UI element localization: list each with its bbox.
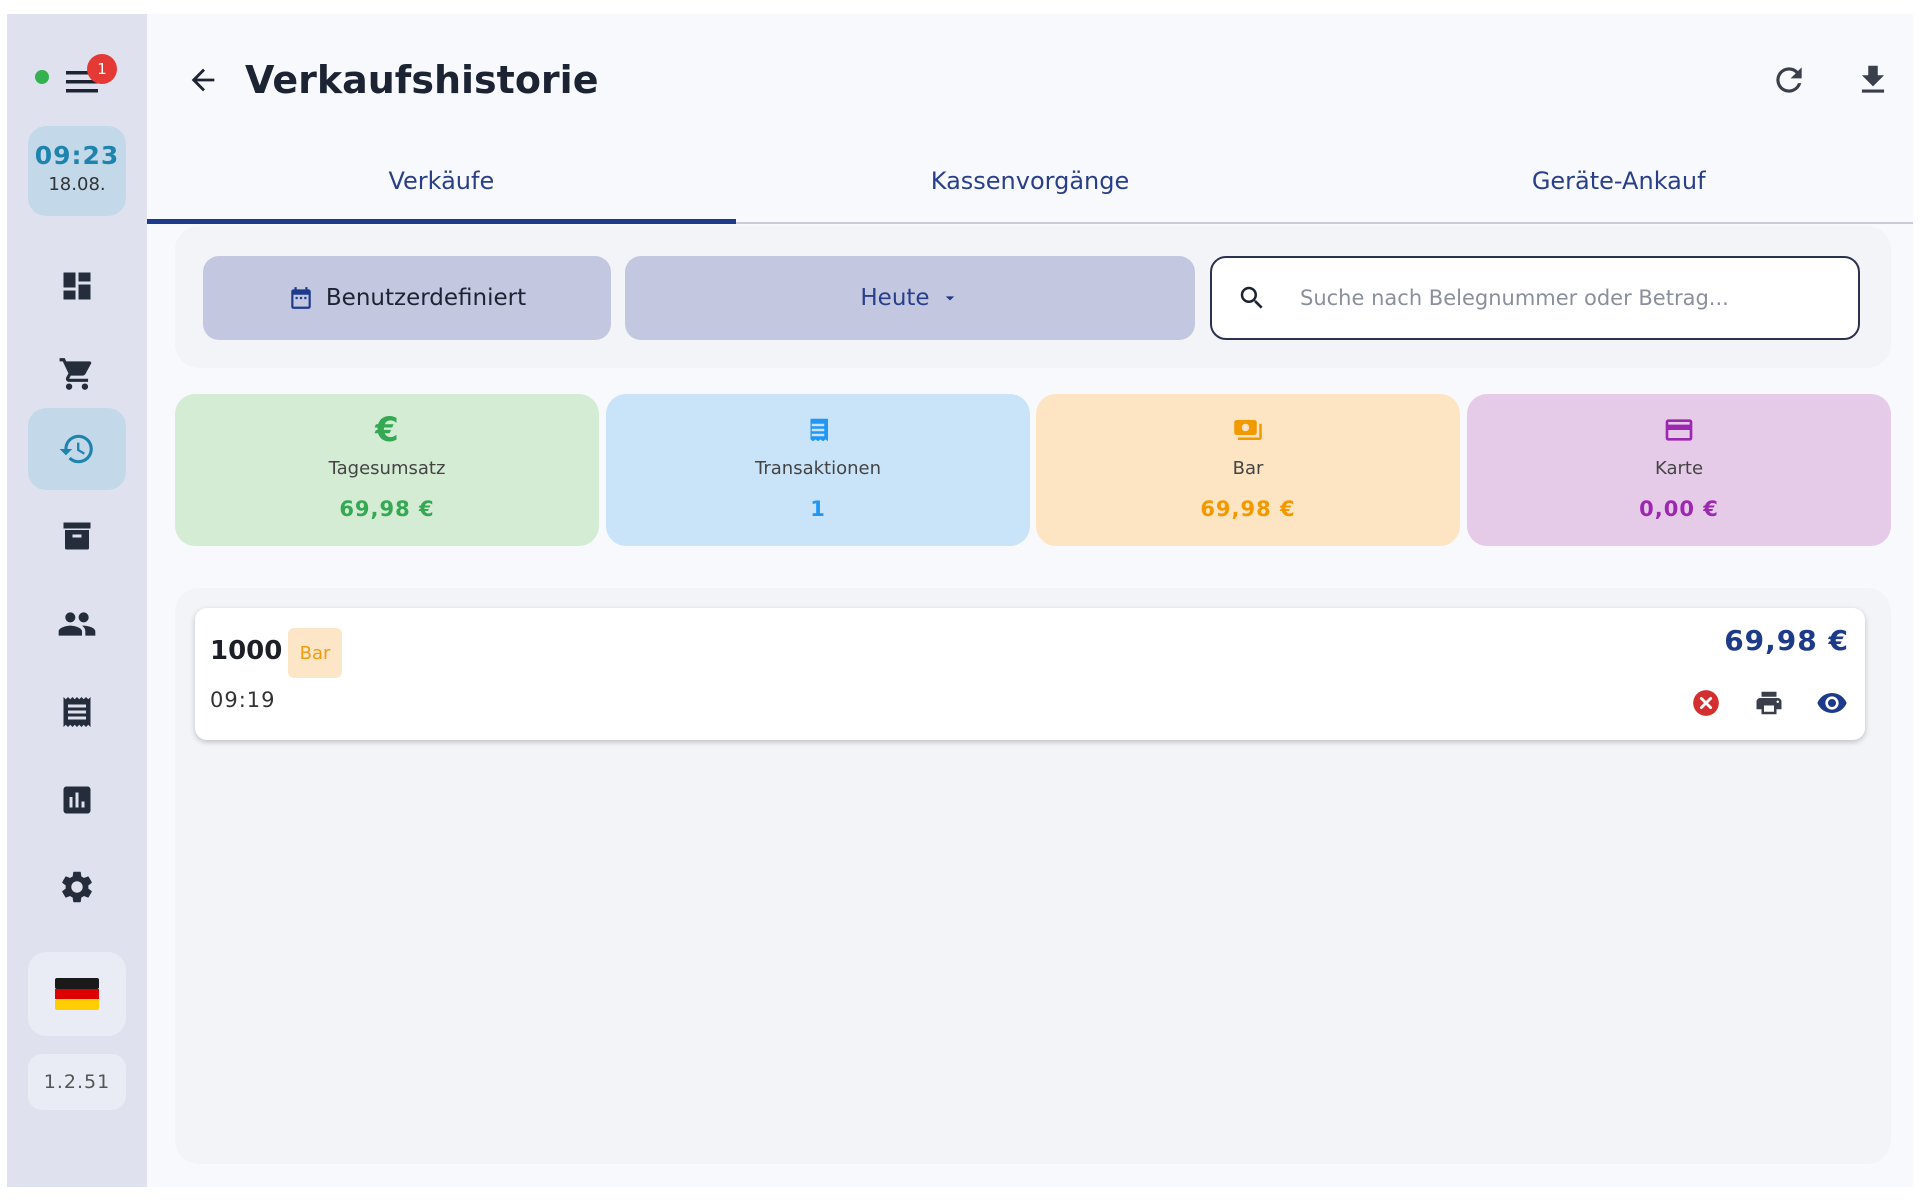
transactions-value: 1 <box>810 497 826 521</box>
euro-icon: € <box>375 410 399 450</box>
sidebar-item-receipts[interactable] <box>28 671 126 753</box>
search-icon <box>1240 286 1263 309</box>
payment-method-badge: Bar <box>288 628 342 678</box>
list-icon-wrap <box>606 410 1030 450</box>
people-icon <box>58 612 96 636</box>
summary-card-cash: Bar 69,98 € <box>1036 394 1460 546</box>
transaction-amount: 69,98 € <box>1724 624 1849 657</box>
cash-value: 69,98 € <box>1200 497 1296 521</box>
sidebar-item-dashboard[interactable] <box>28 245 126 327</box>
dashboard-icon <box>63 272 91 300</box>
page-title: Verkaufshistorie <box>245 58 599 102</box>
sidebar-item-customers[interactable] <box>28 583 126 665</box>
credit-card-icon-wrap <box>1467 410 1891 450</box>
tab-device-purchase[interactable]: Geräte-Ankauf <box>1324 134 1913 222</box>
revenue-label: Tagesumsatz <box>328 458 446 479</box>
bar-chart-icon <box>63 786 91 814</box>
sidebar-item-settings[interactable] <box>28 846 126 928</box>
print-receipt-button[interactable] <box>1744 678 1794 728</box>
search-icon-wrap <box>1212 283 1292 313</box>
gear-icon <box>62 871 92 903</box>
sidebar: 1 09:23 18.08. 1.2.51 <box>7 14 147 1187</box>
card-value: 0,00 € <box>1639 497 1719 521</box>
transactions-panel: 1000 Bar 09:19 69,98 € <box>175 588 1891 1164</box>
cash-label: Bar <box>1232 458 1264 479</box>
back-button[interactable] <box>175 52 231 108</box>
archive-icon <box>63 522 91 550</box>
summary-card-card: Karte 0,00 € <box>1467 394 1891 546</box>
date-range-label: Benutzerdefiniert <box>325 285 527 311</box>
transactions-label: Transaktionen <box>755 458 881 479</box>
sidebar-item-sales-history[interactable] <box>28 408 126 490</box>
app-version: 1.2.51 <box>28 1054 126 1110</box>
history-icon <box>59 434 93 464</box>
receipt-icon <box>63 697 91 727</box>
transaction-row[interactable]: 1000 Bar 09:19 69,98 € <box>195 608 1865 740</box>
date-range-button[interactable]: Benutzerdefiniert <box>203 256 611 340</box>
transaction-time: 09:19 <box>210 688 276 712</box>
clock-date: 18.08. <box>48 174 106 195</box>
arrow-left-icon <box>191 68 215 92</box>
credit-card-icon <box>1665 419 1693 441</box>
search-field[interactable] <box>1210 256 1860 340</box>
sidebar-item-inventory[interactable] <box>28 495 126 577</box>
list-icon <box>808 418 828 442</box>
calendar-icon <box>291 287 311 309</box>
sidebar-item-reports[interactable] <box>28 759 126 841</box>
cash-icon-wrap <box>1036 410 1460 450</box>
refresh-button[interactable] <box>1761 52 1817 108</box>
download-button[interactable] <box>1845 52 1901 108</box>
app-window: 1 09:23 18.08. 1.2.51 Verkaufshistorie V… <box>7 14 1913 1187</box>
online-status-dot <box>35 70 49 84</box>
download-icon <box>1861 65 1885 93</box>
filter-panel: Benutzerdefiniert Heute <box>175 226 1891 368</box>
summary-card-revenue: € Tagesumsatz 69,98 € <box>175 394 599 546</box>
cash-icon <box>1234 420 1262 440</box>
cancel-icon <box>1693 690 1719 716</box>
sidebar-item-cart[interactable] <box>28 333 126 415</box>
euro-icon-wrap: € <box>175 410 599 450</box>
notification-badge: 1 <box>87 54 117 84</box>
receipt-number: 1000 <box>210 636 283 666</box>
period-select[interactable]: Heute <box>625 256 1195 340</box>
cart-icon <box>59 358 92 390</box>
tab-sales[interactable]: Verkäufe <box>147 134 736 224</box>
eye-icon <box>1817 693 1847 713</box>
search-input[interactable] <box>1300 286 1840 310</box>
print-icon <box>1756 691 1782 715</box>
summary-card-transactions: Transaktionen 1 <box>606 394 1030 546</box>
revenue-value: 69,98 € <box>339 497 435 521</box>
tab-cash-operations[interactable]: Kassenvorgänge <box>736 134 1325 222</box>
refresh-icon <box>1776 67 1802 93</box>
dropdown-arrow-icon <box>945 296 954 301</box>
de-flag-icon <box>55 978 99 1010</box>
clock-time: 09:23 <box>34 141 120 170</box>
period-selected-value: Heute <box>860 285 930 311</box>
cancel-transaction-button[interactable] <box>1681 678 1731 728</box>
language-selector[interactable] <box>28 952 126 1036</box>
tab-bar: Verkäufe Kassenvorgänge Geräte-Ankauf <box>147 134 1913 224</box>
card-label: Karte <box>1654 458 1704 479</box>
clock: 09:23 18.08. <box>28 126 126 216</box>
view-receipt-button[interactable] <box>1807 678 1857 728</box>
